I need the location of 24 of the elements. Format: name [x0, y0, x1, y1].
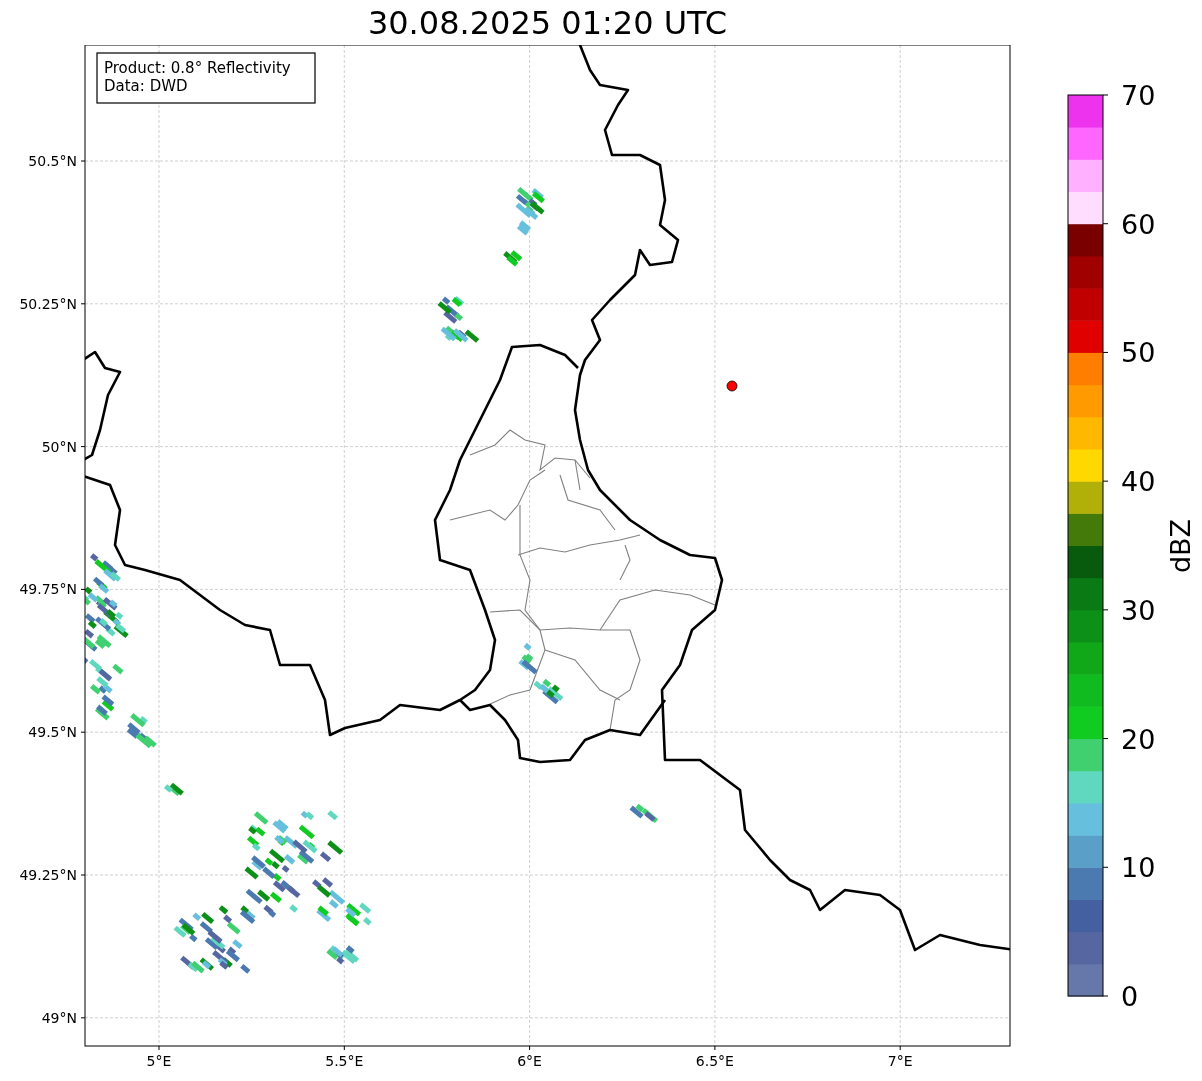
latitude-label: 49.5°N: [28, 724, 77, 741]
colorbar-title: dBZ: [1165, 518, 1196, 574]
colorbar-label: 20: [1121, 723, 1156, 755]
info-text: Data: DWD: [104, 77, 188, 95]
longitude-label: 7°E: [887, 1053, 913, 1069]
latitude-label: 50°N: [41, 438, 77, 455]
colorbar-label: 0: [1121, 981, 1139, 1012]
longitude-label: 6.5°E: [695, 1053, 734, 1069]
latitude-label: 49°N: [41, 1009, 77, 1026]
colorbar-label: 70: [1121, 80, 1156, 111]
longitude-label: 5°E: [146, 1053, 172, 1069]
latitude-label: 50.5°N: [28, 153, 77, 169]
latitude-label: 50.25°N: [19, 295, 77, 312]
info-text: Product: 0.8° Reflectivity: [104, 59, 291, 77]
colorbar-label: 60: [1121, 208, 1156, 240]
latitude-label: 49.75°N: [19, 581, 77, 598]
colorbar-label: 30: [1121, 594, 1156, 626]
colorbar-label: 10: [1121, 852, 1156, 884]
longitude-label: 5.5°E: [325, 1053, 364, 1069]
colorbar-label: 50: [1121, 337, 1156, 369]
latitude-label: 49.25°N: [19, 867, 77, 883]
chart-title: 30.08.2025 01:20 UTC: [367, 2, 728, 43]
colorbar-label: 40: [1121, 466, 1156, 498]
longitude-label: 6°E: [517, 1053, 542, 1069]
